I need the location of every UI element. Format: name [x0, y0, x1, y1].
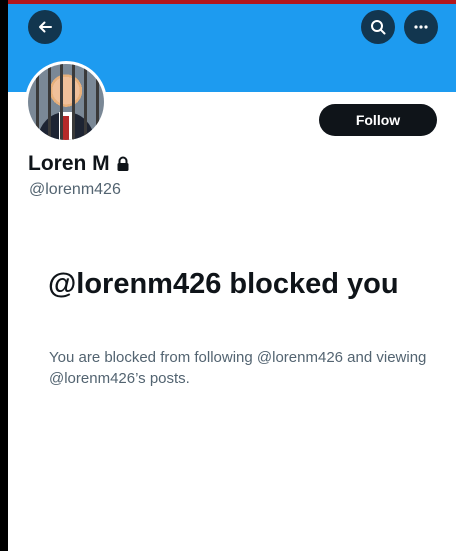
display-name: Loren M [28, 152, 130, 176]
profile-screen: Follow Loren M @lorenm426 @lorenm426 blo… [8, 4, 456, 551]
back-button[interactable] [28, 10, 62, 44]
blocked-title: @lorenm426 blocked you [48, 268, 399, 300]
follow-button[interactable]: Follow [319, 104, 437, 136]
search-button[interactable] [361, 10, 395, 44]
blocked-description: You are blocked from following @lorenm42… [49, 349, 427, 387]
display-name-text: Loren M [28, 152, 110, 175]
search-icon [371, 20, 386, 35]
avatar[interactable] [25, 61, 107, 143]
profile-handle: @lorenm426 [29, 181, 121, 198]
more-button[interactable] [404, 10, 438, 44]
arrow-left-icon [39, 21, 52, 33]
left-edge [0, 0, 8, 551]
more-horizontal-icon [414, 25, 428, 29]
avatar-image [28, 64, 104, 140]
lock-icon [117, 156, 129, 171]
